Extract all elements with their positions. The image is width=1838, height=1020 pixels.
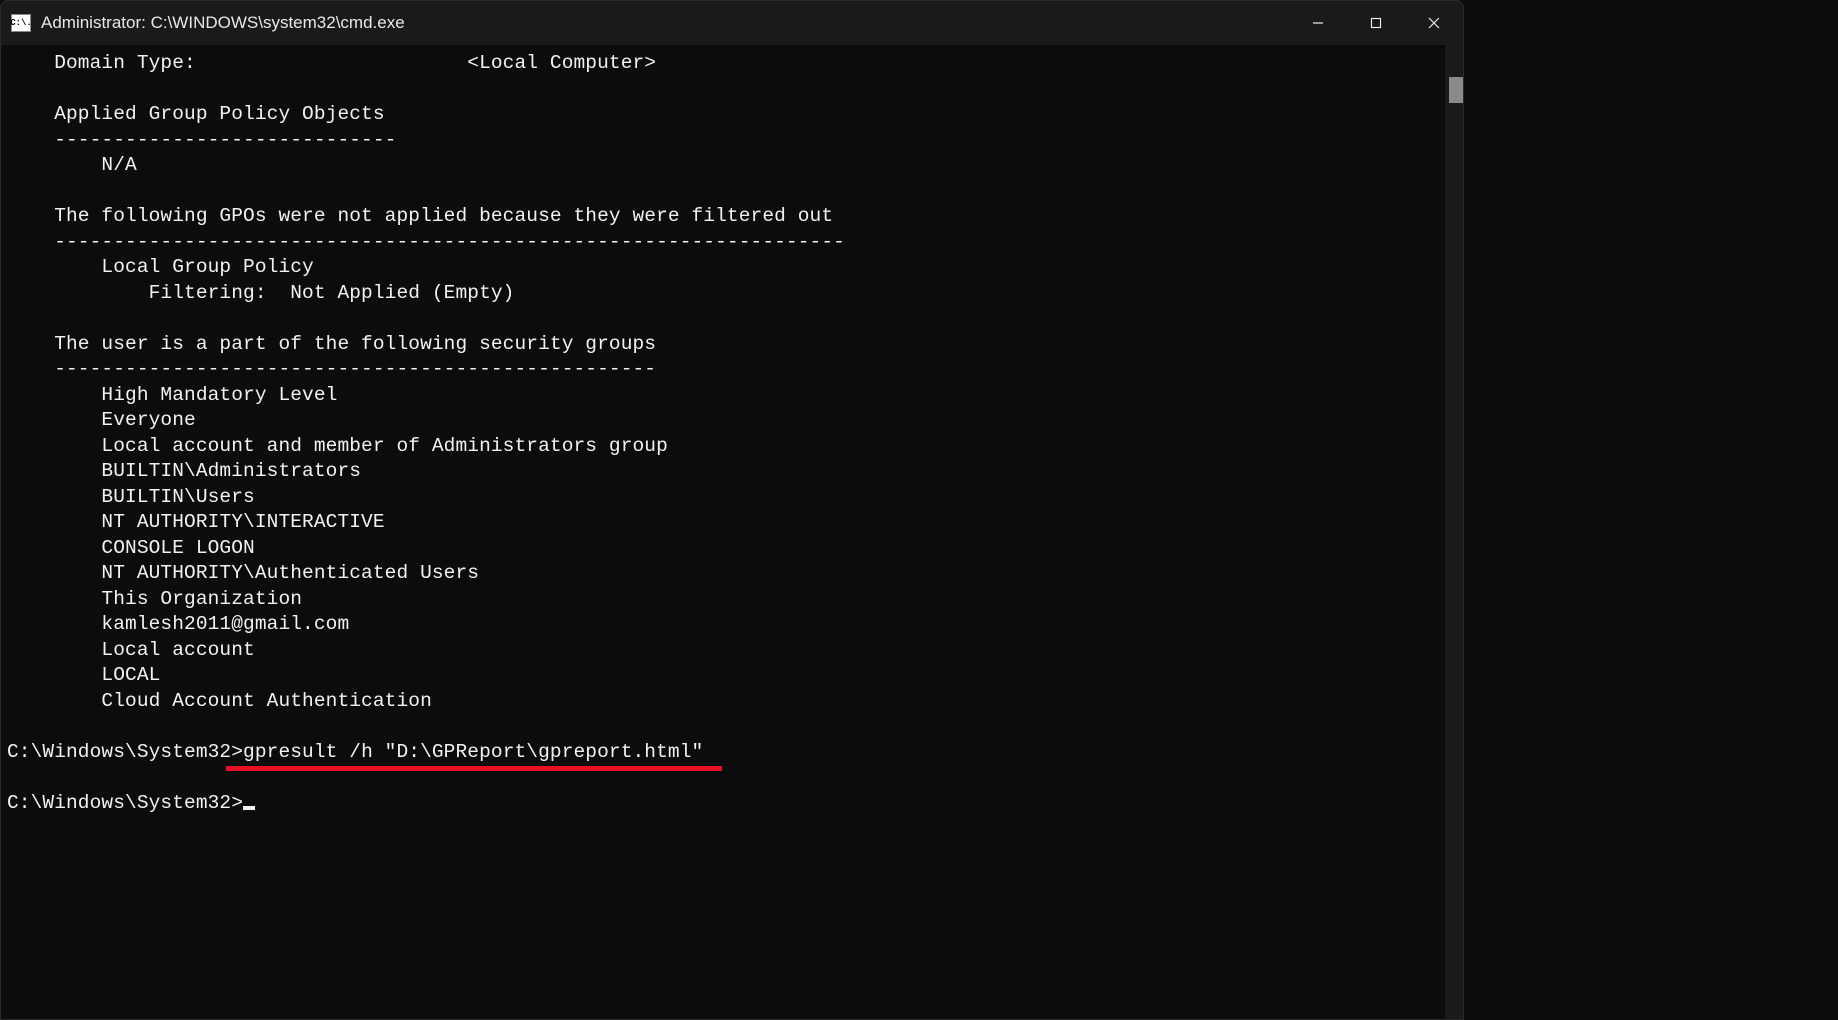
maximize-icon <box>1369 16 1383 30</box>
close-icon <box>1427 16 1441 30</box>
typed-command: gpresult /h "D:\GPReport\gpreport.html" <box>243 741 703 763</box>
minimize-icon <box>1311 16 1325 30</box>
prompt: C:\Windows\System32> <box>7 792 243 814</box>
maximize-button[interactable] <box>1347 1 1405 45</box>
minimize-button[interactable] <box>1289 1 1347 45</box>
annotation-underline <box>226 766 722 771</box>
prompt: C:\Windows\System32> <box>7 741 243 763</box>
cmd-window: C:\. Administrator: C:\WINDOWS\system32\… <box>0 0 1464 1020</box>
window-title: Administrator: C:\WINDOWS\system32\cmd.e… <box>41 13 1289 33</box>
scrollbar-thumb[interactable] <box>1449 77 1463 103</box>
scrollbar-track[interactable] <box>1445 45 1463 1019</box>
output-block: Domain Type: <Local Computer> Applied Gr… <box>7 52 845 712</box>
titlebar[interactable]: C:\. Administrator: C:\WINDOWS\system32\… <box>1 1 1463 45</box>
cmd-icon: C:\. <box>11 14 31 32</box>
window-controls <box>1289 1 1463 45</box>
cursor <box>243 806 255 810</box>
terminal-output[interactable]: Domain Type: <Local Computer> Applied Gr… <box>1 45 1463 816</box>
close-button[interactable] <box>1405 1 1463 45</box>
